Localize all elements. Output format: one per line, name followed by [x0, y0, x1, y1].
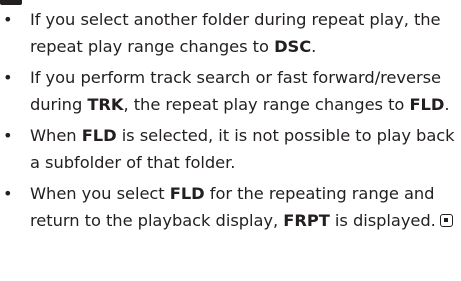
note-1-term-dsc: DSC: [274, 37, 312, 56]
note-4-text-c: is displayed.: [329, 211, 436, 230]
note-item-3: • When FLD is selected, it is not possib…: [0, 122, 458, 176]
note-3-text-a: When: [30, 126, 82, 145]
note-2-term-fld: FLD: [409, 95, 445, 114]
bullet-icon: •: [3, 126, 13, 145]
note-2-term-trk: TRK: [87, 95, 124, 114]
note-1-text-a: If you select another folder during repe…: [30, 10, 441, 56]
bullet-icon: •: [3, 68, 13, 87]
end-of-section-icon: [439, 214, 453, 227]
note-1-text-b: .: [311, 37, 317, 56]
note-3-term-fld: FLD: [81, 126, 117, 145]
top-fragment-mark: [0, 0, 22, 5]
note-4-term-frpt: FRPT: [283, 211, 330, 230]
bullet-icon: •: [3, 184, 13, 203]
note-item-4: • When you select FLD for the repeating …: [0, 180, 458, 234]
note-2-text-b: , the repeat play range changes to: [123, 95, 410, 114]
bullet-icon: •: [3, 10, 13, 29]
note-2-text-c: .: [444, 95, 450, 114]
note-item-2: • If you perform track search or fast fo…: [0, 64, 458, 118]
notes-list: • If you select another folder during re…: [0, 6, 458, 238]
note-4-text-a: When you select: [30, 184, 170, 203]
note-item-1: • If you select another folder during re…: [0, 6, 458, 60]
note-4-term-fld: FLD: [169, 184, 205, 203]
